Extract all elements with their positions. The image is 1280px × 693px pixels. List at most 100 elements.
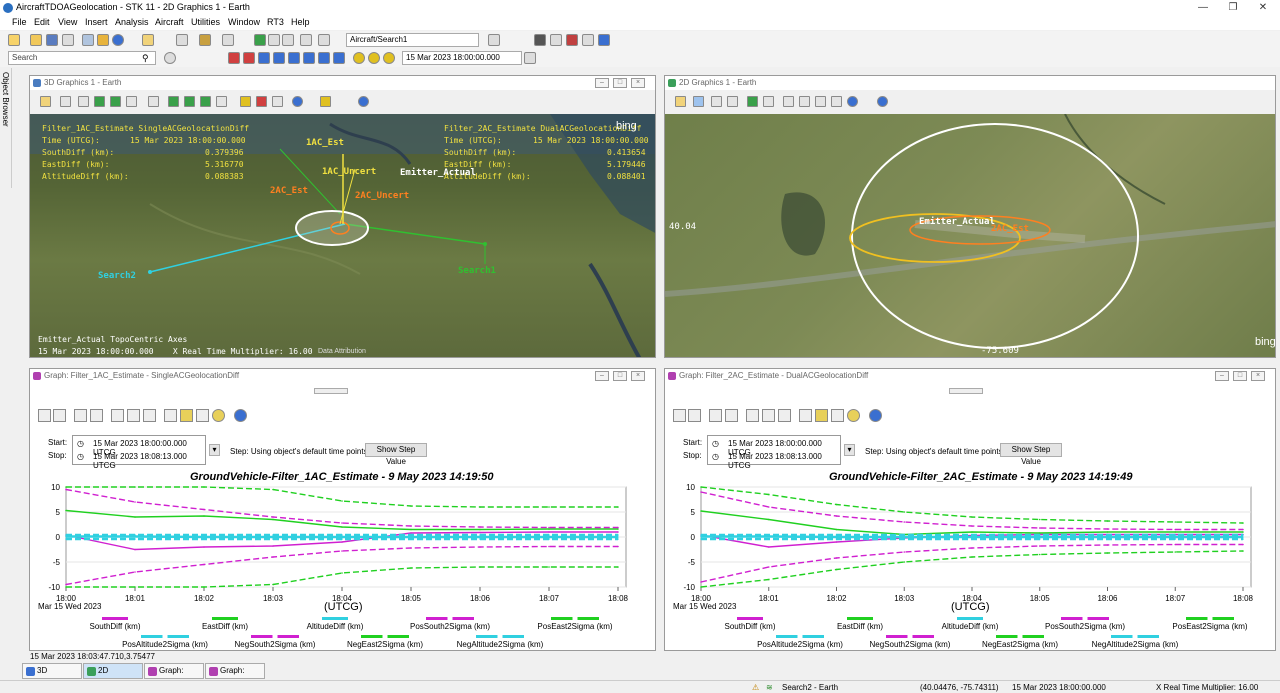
data-attribution-link[interactable]: Data Attribution [318,348,366,355]
gear-icon[interactable] [164,52,176,64]
tab-graph-2[interactable]: Graph: Filte... [205,663,265,689]
graph-2-minimize-button[interactable]: – [1215,371,1229,381]
search-input[interactable]: Search [8,51,156,65]
graph-1-dropdown-button[interactable]: ▾ [209,444,220,456]
label-1ac-uncert[interactable]: 1AC_Uncert [322,167,376,177]
view-from-icon[interactable] [94,96,105,107]
properties-button-icon[interactable] [488,34,500,46]
center-icon[interactable] [747,96,758,107]
clock-icon[interactable] [212,409,225,422]
clock-icon[interactable] [847,409,860,422]
earth-icon[interactable] [847,96,858,107]
help-icon[interactable] [869,409,882,422]
chain-icon[interactable] [254,34,266,46]
tab-3d-graphics[interactable]: 3D Graphic... [22,663,82,689]
restore-button[interactable]: ❐ [1218,0,1248,16]
graph-2-dropdown-button[interactable]: ▾ [844,444,855,456]
panel-3d-restore-button[interactable]: □ [613,78,627,88]
graph-2-restore-button[interactable]: □ [1233,371,1247,381]
new-scenario-icon[interactable] [8,34,20,46]
play-reverse-icon[interactable] [258,52,270,64]
pan-hand-icon[interactable] [693,96,704,107]
clock-icon[interactable] [383,52,395,64]
users-icon[interactable] [598,34,610,46]
tab-graph-1[interactable]: Graph: Filte... [144,663,204,689]
help-icon[interactable] [234,409,247,422]
camera-icon[interactable] [216,96,227,107]
filter-icon[interactable] [143,409,156,422]
menu-analysis[interactable]: Analysis [115,17,149,27]
map-2d-view[interactable]: Emitter_Actual 2AC_Est 40.04 -75.609 bin… [665,114,1275,357]
menu-insert[interactable]: Insert [85,17,108,27]
orient-icon[interactable] [148,96,159,107]
bookmark-icon[interactable] [815,96,826,107]
label-search1[interactable]: Search1 [458,266,496,276]
menu-view[interactable]: View [58,17,77,27]
snapshot-icon[interactable] [582,34,594,46]
realtime-icon[interactable] [353,52,365,64]
menu-aircraft[interactable]: Aircraft [155,17,184,27]
graph-2-close-button[interactable]: × [1251,371,1265,381]
tab-2d-graphics[interactable]: 2D Graphic... [83,663,143,689]
label-2ac-est[interactable]: 2AC_Est [270,186,308,196]
time-options-icon[interactable] [524,52,536,64]
crosshair-icon[interactable] [831,409,844,422]
access-icon[interactable] [199,34,211,46]
home-view-icon[interactable] [675,96,686,107]
deck-icon[interactable] [222,34,234,46]
animation-time-field[interactable]: 15 Mar 2023 18:00:00.000 [402,51,522,65]
label-1ac-est[interactable]: 1AC_Est [306,138,344,148]
globe-options-icon[interactable] [358,96,369,107]
save-icon[interactable] [673,409,686,422]
graph-1-restore-button[interactable]: □ [613,371,627,381]
menu-help[interactable]: Help [291,17,310,27]
menu-window[interactable]: Window [228,17,260,27]
export-icon[interactable] [111,409,124,422]
label-2ac-est-2d[interactable]: 2AC_Est [991,224,1029,234]
earth-icon[interactable] [292,96,303,107]
window-icon[interactable] [550,34,562,46]
chart-options-icon[interactable] [799,409,812,422]
place-icon[interactable] [97,34,109,46]
menu-rt3[interactable]: RT3 [267,17,284,27]
chart-options-icon[interactable] [164,409,177,422]
label-2ac-uncert[interactable]: 2AC_Uncert [355,191,409,201]
pan-hand-icon[interactable] [60,96,71,107]
properties-icon[interactable] [300,34,312,46]
close-button[interactable]: ✕ [1248,0,1278,16]
graph-1-show-step-button[interactable]: Show Step Value [365,443,427,466]
panel-3d-close-button[interactable]: × [631,78,645,88]
properties-icon[interactable] [126,96,137,107]
crosshair-icon[interactable] [196,409,209,422]
lock-view-icon[interactable] [200,96,211,107]
map-3d-view[interactable]: Filter_1AC_Estimate SingleACGeolocationD… [30,114,655,357]
zoom-in-icon[interactable] [711,96,722,107]
insert-object-icon[interactable] [82,34,94,46]
menu-edit[interactable]: Edit [34,17,50,27]
save-icon[interactable] [46,34,58,46]
menu-utilities[interactable]: Utilities [191,17,220,27]
measure-icon[interactable] [240,96,251,107]
print-icon[interactable] [688,409,701,422]
x-realtime-icon[interactable] [368,52,380,64]
link-icon[interactable] [282,34,294,46]
satellite-icon[interactable] [168,96,179,107]
record-icon[interactable] [566,34,578,46]
minimize-button[interactable]: — [1188,0,1218,16]
faster-icon[interactable] [333,52,345,64]
menu-file[interactable]: File [12,17,27,27]
track-icon[interactable] [184,96,195,107]
graph-2-splitter[interactable] [949,388,983,394]
report-icon[interactable] [142,34,154,46]
page-icon[interactable] [762,409,775,422]
filter-icon[interactable] [778,409,791,422]
globe-options-icon[interactable] [877,96,888,107]
reset-icon[interactable] [228,52,240,64]
search-icon[interactable]: ⚲ [142,53,149,64]
screen-icon[interactable] [534,34,546,46]
step-forward-icon[interactable] [303,52,315,64]
graph-1-minimize-button[interactable]: – [595,371,609,381]
step-back-icon[interactable] [243,52,255,64]
panel-3d-minimize-button[interactable]: – [595,78,609,88]
pencil-icon[interactable] [256,96,267,107]
